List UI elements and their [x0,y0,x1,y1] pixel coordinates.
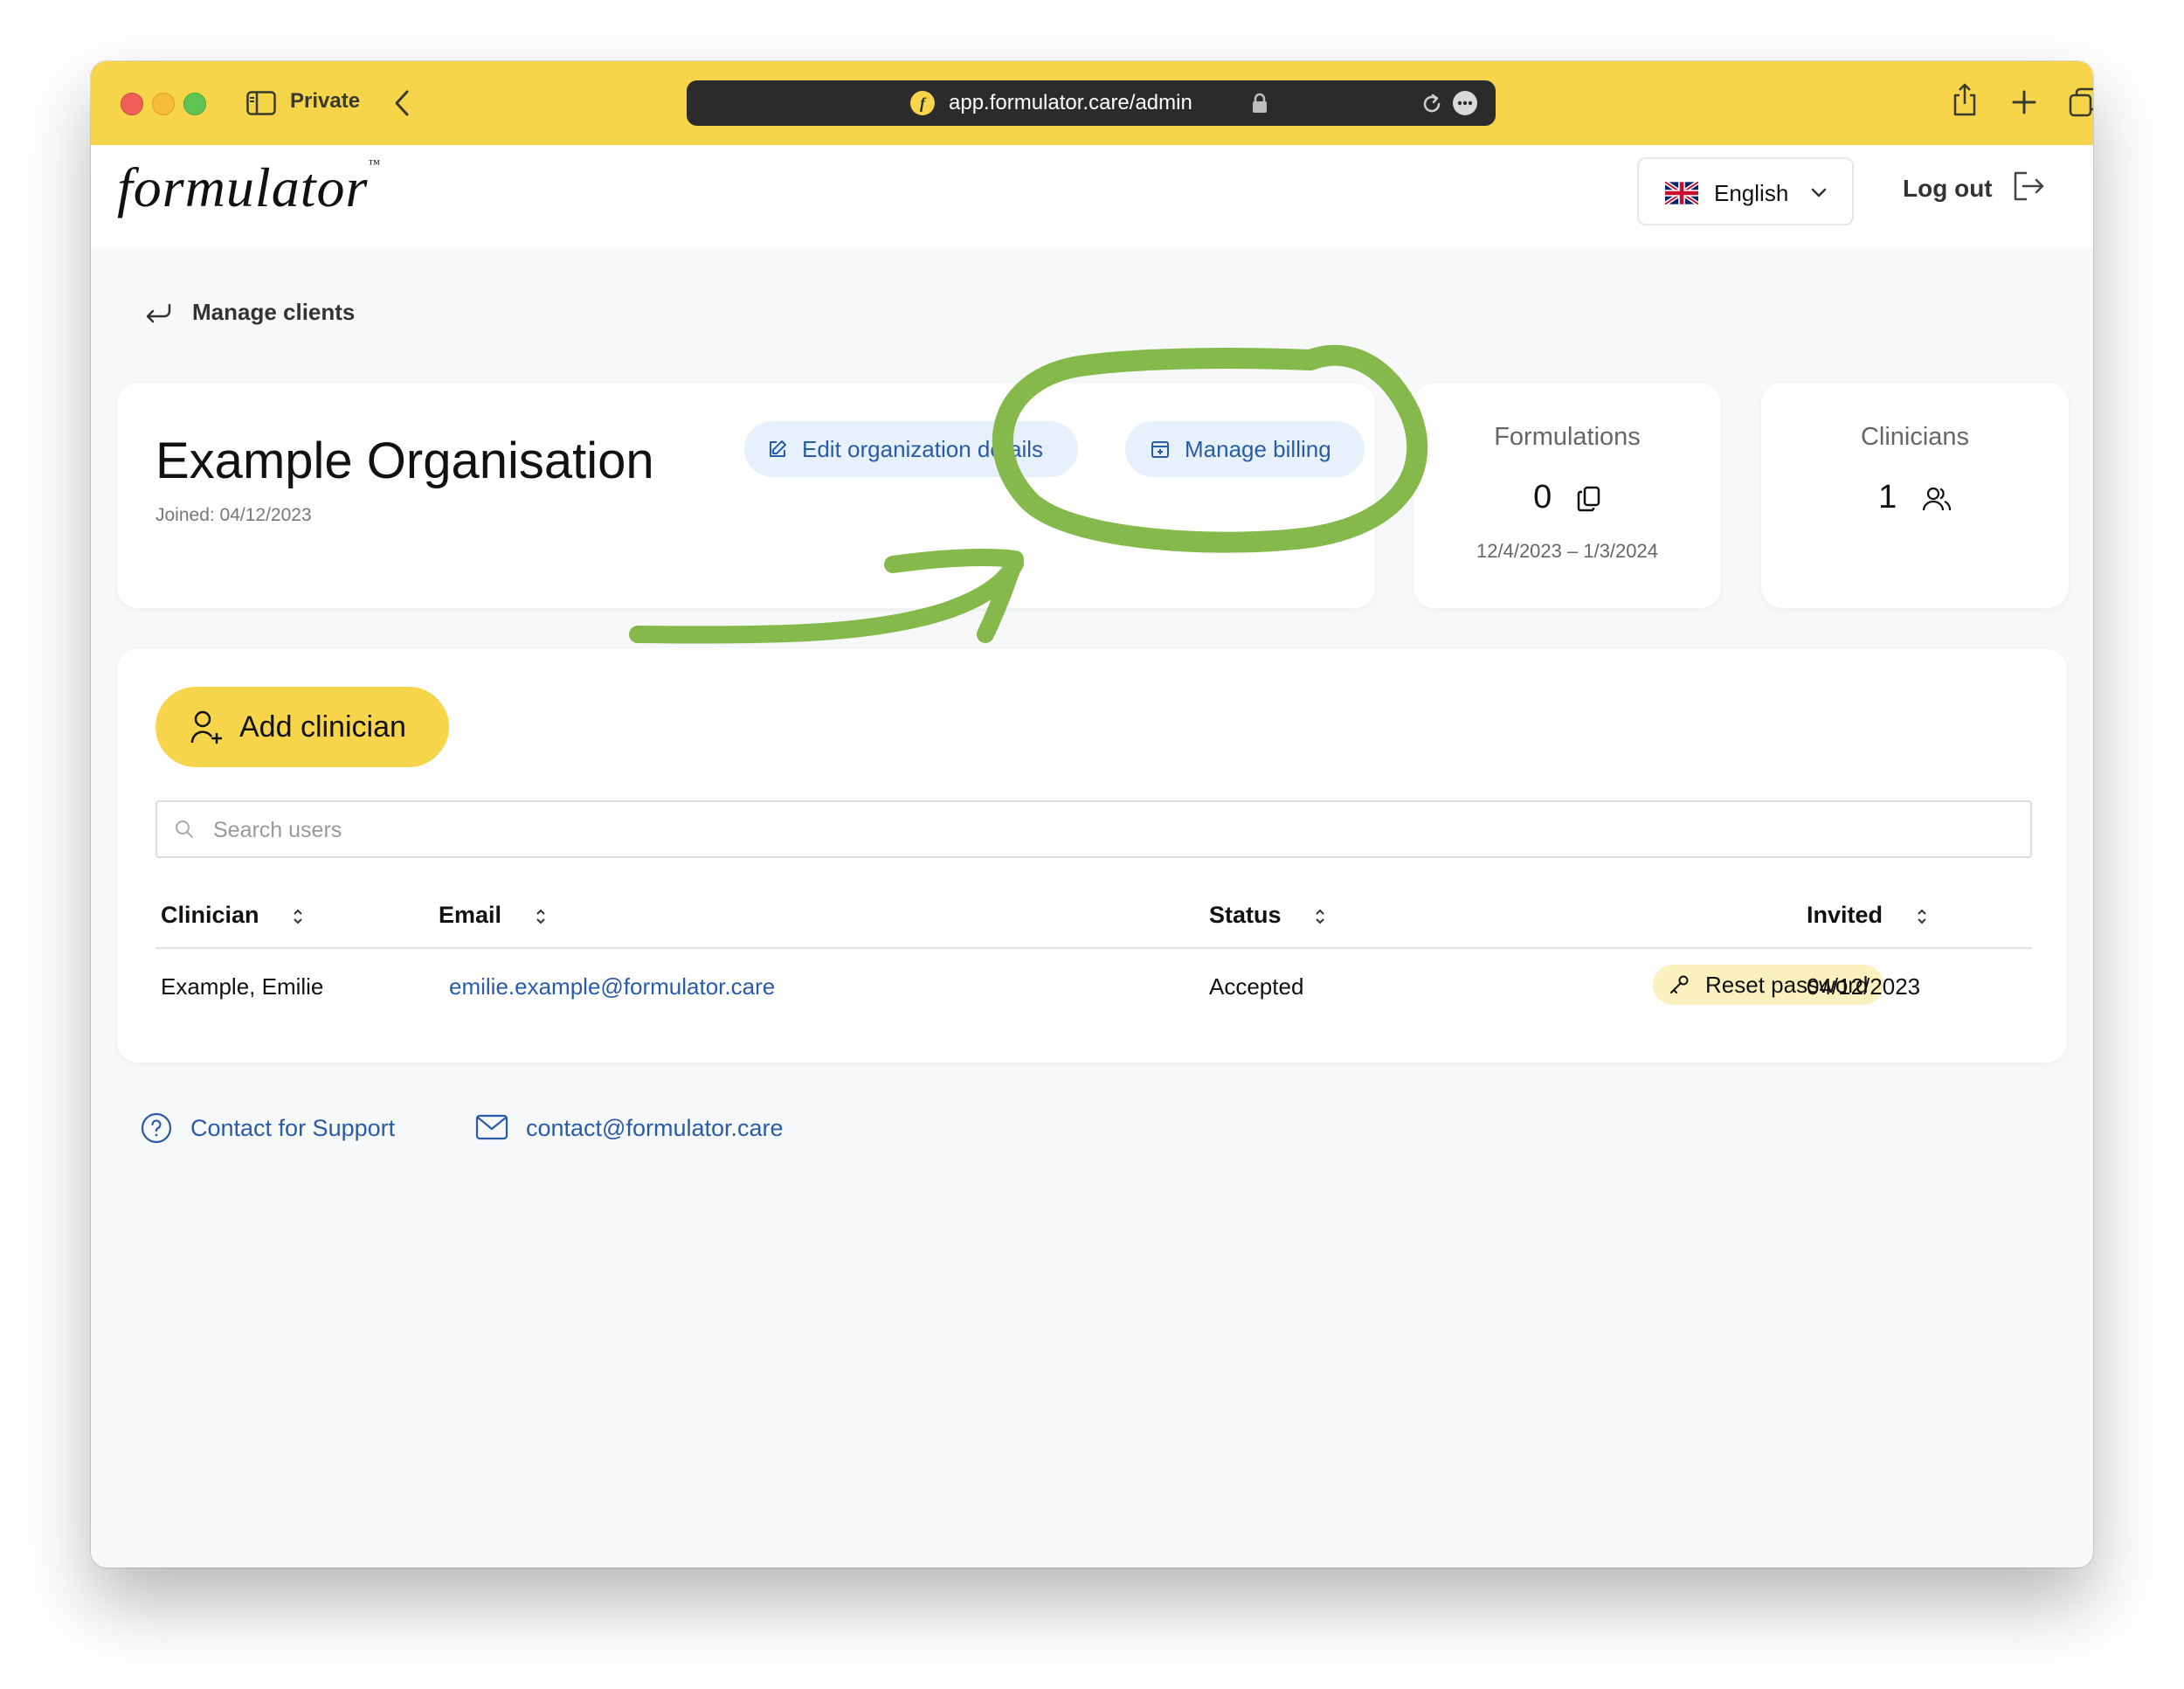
minimize-window-button[interactable] [152,93,175,115]
search-icon [176,820,193,838]
contact-support-label: Contact for Support [190,1115,396,1141]
formulations-label: Formulations [1494,423,1641,451]
uk-flag-icon [1665,182,1698,204]
site-favicon: f [910,91,935,115]
lock-icon [1253,93,1267,113]
sort-icon [536,909,545,924]
column-header-email[interactable]: Email [439,902,547,929]
contact-email-label: contact@formulator.care [526,1115,784,1141]
language-label: English [1714,180,1789,206]
clinicians-stat-card: Clinicians 1 [1761,383,2069,608]
sort-icon [1316,909,1324,924]
private-browsing-label: Private [290,89,361,113]
add-clinician-label: Add clinician [239,710,406,744]
clinician-status: Accepted [1209,973,1304,1000]
close-window-button[interactable] [121,93,143,115]
manage-billing-button[interactable]: Manage billing [1125,421,1365,477]
formulations-count: 0 [1413,479,1721,516]
logout-label: Log out [1903,175,1993,202]
mail-icon [475,1114,508,1140]
table-header-divider [156,947,2032,949]
sort-icon [1917,909,1926,924]
url-text: app.formulator.care/admin [949,91,1192,114]
add-clinician-button[interactable]: Add clinician [156,687,449,767]
reload-icon[interactable] [1420,93,1443,115]
return-arrow-icon [146,303,171,323]
back-link-label: Manage clients [192,299,356,325]
manage-billing-label: Manage billing [1185,436,1331,462]
app-header: formulator™ English Log out [91,145,2093,248]
add-user-icon [190,710,222,744]
zoom-window-button[interactable] [183,93,206,115]
clinician-name: Example, Emilie [161,973,324,1000]
new-tab-icon[interactable] [2011,89,2037,115]
browser-window: Private f app.formulator.care/admin form… [91,61,2093,1568]
edit-organization-button[interactable]: Edit organization details [744,421,1078,477]
billing-icon [1151,441,1169,458]
help-circle-icon [141,1112,172,1144]
address-bar[interactable]: f app.formulator.care/admin [687,80,1496,126]
edit-icon [770,440,786,457]
key-icon [1670,975,1689,993]
clinicians-count: 1 [1761,479,2069,516]
clinicians-card: Add clinician Clinician Email Status Inv… [117,648,2067,1063]
sort-icon [294,909,302,924]
search-users-field[interactable] [156,800,2032,858]
formulations-stat-card: Formulations 0 12/4/2023 – 1/3/2024 [1413,383,1721,608]
formulator-logo[interactable]: formulator™ [117,156,381,220]
back-chevron-icon[interactable] [393,89,411,117]
search-input[interactable] [211,811,1997,849]
chevron-down-icon [1811,188,1827,197]
more-icon[interactable] [1452,90,1478,116]
edit-organization-label: Edit organization details [802,436,1044,462]
share-icon[interactable] [1952,82,1978,117]
column-header-status[interactable]: Status [1209,902,1326,929]
sidebar-icon[interactable] [246,91,276,115]
tabs-overview-icon[interactable] [2069,87,2093,117]
language-selector[interactable]: English [1637,157,1854,225]
users-icon [1922,487,1951,511]
column-header-invited[interactable]: Invited [1807,902,1928,929]
logout-icon [2014,171,2044,201]
logout-button[interactable]: Log out [1890,145,2065,232]
organization-joined-date: Joined: 04/12/2023 [156,505,312,525]
column-header-clinician[interactable]: Clinician [161,902,304,929]
clinician-email-link[interactable]: emilie.example@formulator.care [449,973,775,1000]
clinicians-label: Clinicians [1860,423,1970,451]
organization-card: Example Organisation Joined: 04/12/2023 … [117,383,1375,608]
invited-date: 04/12/2023 [1807,973,1921,1000]
formulations-date-range: 12/4/2023 – 1/3/2024 [1476,540,1658,562]
browser-toolbar: Private f app.formulator.care/admin [91,61,2093,146]
organization-name: Example Organisation [156,433,654,489]
copy-icon [1577,486,1600,512]
